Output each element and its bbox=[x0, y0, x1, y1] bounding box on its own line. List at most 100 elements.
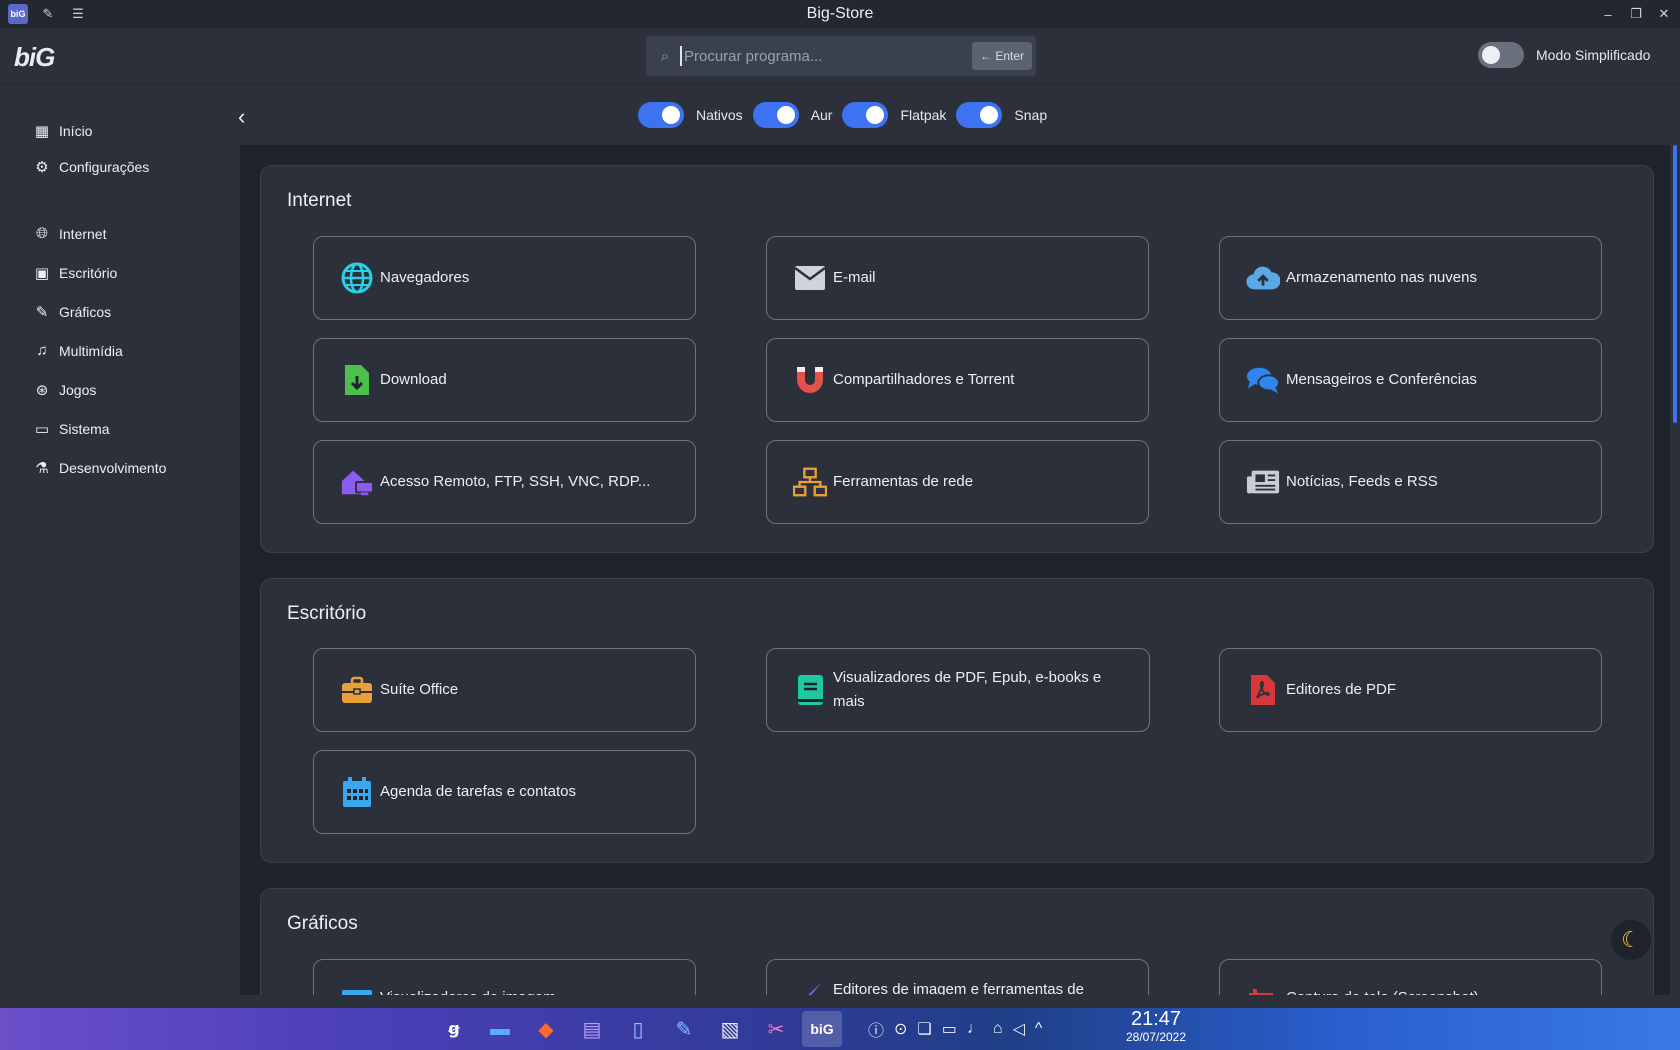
simplified-mode-toggle[interactable] bbox=[1478, 42, 1524, 68]
card-label: Editores de PDF bbox=[1286, 681, 1397, 698]
filter-nativos-toggle[interactable] bbox=[638, 102, 684, 128]
simplified-mode-label: Modo Simplificado bbox=[1536, 47, 1651, 63]
card-ferramentas-rede[interactable]: Ferramentas de rede bbox=[766, 440, 1149, 524]
sidebar-item-inicio[interactable]: ▦ Início bbox=[33, 122, 93, 140]
card-label: Acesso Remoto, FTP, SSH, VNC, RDP... bbox=[380, 473, 651, 490]
app-icon[interactable]: biG bbox=[8, 4, 28, 24]
clock-date: 28/07/2022 bbox=[1125, 1030, 1187, 1044]
chevron-left-icon[interactable]: ‹ bbox=[238, 104, 245, 130]
close-button[interactable]: ✕ bbox=[1654, 4, 1674, 24]
sidebar-item-desenvolvimento[interactable]: ⚗ Desenvolvimento bbox=[33, 459, 166, 477]
card-label: Captura de tela (Screenshot) bbox=[1286, 986, 1479, 995]
card-torrent[interactable]: Compartilhadores e Torrent bbox=[766, 338, 1149, 422]
filter-flatpak: Flatpak bbox=[842, 102, 946, 128]
brush-icon bbox=[793, 978, 827, 995]
steam-icon[interactable]: ⊙ bbox=[894, 1019, 907, 1039]
filter-label: Flatpak bbox=[900, 107, 947, 123]
file-download-icon bbox=[340, 363, 374, 397]
minimize-button[interactable]: – bbox=[1598, 4, 1618, 24]
card-suite-office[interactable]: Suíte Office bbox=[313, 648, 696, 732]
sidebar-item-label: Internet bbox=[59, 225, 107, 242]
card-label: Suíte Office bbox=[380, 681, 459, 698]
section-title: Internet bbox=[287, 190, 352, 211]
chat-icon bbox=[1246, 363, 1280, 397]
file-manager-icon[interactable]: ▧ bbox=[710, 1011, 750, 1047]
sidebar-item-jogos[interactable]: ⊛ Jogos bbox=[33, 381, 97, 399]
cloud-upload-icon bbox=[1246, 261, 1280, 295]
screenshot-tool-icon[interactable]: ✂ bbox=[756, 1011, 796, 1047]
moon-icon[interactable]: ☾ bbox=[1611, 920, 1651, 960]
clipboard-icon[interactable]: ❏ bbox=[917, 1019, 931, 1039]
sidebar-item-label: Início bbox=[59, 123, 93, 139]
sidebar-item-label: Configurações bbox=[59, 159, 150, 175]
card-visualizadores-imagem[interactable]: Visualizadores de imagem bbox=[313, 959, 696, 995]
grid-icon: ▦ bbox=[34, 123, 50, 140]
filter-flatpak-toggle[interactable] bbox=[842, 102, 889, 128]
pin-icon[interactable]: ✎ bbox=[38, 4, 58, 24]
menu-icon[interactable]: ☰ bbox=[68, 4, 88, 24]
card-label: Editores de imagem e ferramentas de bbox=[833, 981, 1084, 995]
briefcase-icon bbox=[340, 673, 374, 707]
search-input[interactable] bbox=[680, 46, 972, 66]
sidebar-item-configuracoes[interactable]: ⚙ Configurações bbox=[33, 158, 149, 176]
card-navegadores[interactable]: Navegadores bbox=[313, 236, 696, 320]
filter-snap-toggle[interactable] bbox=[956, 102, 1003, 128]
chevron-up-icon[interactable]: ^ bbox=[1035, 1020, 1043, 1038]
card-email[interactable]: E-mail bbox=[766, 236, 1149, 320]
sidebar-item-graficos[interactable]: ✎ Gráficos bbox=[33, 303, 111, 321]
display-icon[interactable]: ▭ bbox=[942, 1019, 957, 1039]
clock[interactable]: 21:47 28/07/2022 bbox=[1116, 1008, 1196, 1044]
folder-icon[interactable]: ▬ bbox=[480, 1011, 520, 1047]
filter-snap: Snap bbox=[956, 102, 1047, 128]
filter-label: Snap bbox=[1014, 107, 1048, 123]
header: biG ⌕ ← Enter Modo Simplificado bbox=[0, 28, 1680, 85]
card-acesso-remoto[interactable]: Acesso Remoto, FTP, SSH, VNC, RDP... bbox=[313, 440, 696, 524]
filter-nativos: Nativos bbox=[638, 102, 743, 128]
card-label: Navegadores bbox=[380, 269, 470, 286]
big-logo[interactable]: biG bbox=[14, 42, 55, 73]
sidebar-item-label: Multimídia bbox=[59, 342, 123, 359]
music-icon: ♫ bbox=[36, 342, 48, 359]
title-bar: biG ✎ ☰ Big-Store – ❐ ✕ bbox=[0, 0, 1680, 28]
card-editores-pdf[interactable]: Editores de PDF bbox=[1219, 648, 1602, 732]
volume-icon[interactable]: ◁ bbox=[1013, 1019, 1025, 1039]
card-label: Download bbox=[380, 371, 447, 388]
sidebar-item-sistema[interactable]: ▭ Sistema bbox=[33, 420, 110, 438]
window-title: Big-Store bbox=[806, 5, 874, 22]
scrollbar[interactable] bbox=[1673, 145, 1677, 423]
big-store-icon[interactable]: biG bbox=[802, 1011, 842, 1047]
sidebar-item-internet[interactable]: 🌐︎ Internet bbox=[33, 225, 107, 242]
magnet-icon bbox=[793, 363, 827, 397]
card-visualizadores-pdf[interactable]: Visualizadores de PDF, Epub, e-books e m… bbox=[766, 648, 1150, 732]
card-mensageiros[interactable]: Mensageiros e Conferências bbox=[1219, 338, 1602, 422]
simplified-mode: Modo Simplificado bbox=[1478, 42, 1650, 68]
microphone-icon[interactable]: ♩ bbox=[967, 1020, 983, 1038]
card-editores-imagem[interactable]: Editores de imagem e ferramentas de bbox=[766, 959, 1149, 995]
text-editor-icon[interactable]: ✎ bbox=[664, 1011, 704, 1047]
sidebar-item-label: Jogos bbox=[59, 382, 97, 398]
sidebar: ▦ Início ⚙ Configurações 🌐︎ Internet ▣ E… bbox=[0, 86, 240, 1006]
card-download[interactable]: Download bbox=[313, 338, 696, 422]
category-panel[interactable]: Internet Navegadores E-mail Armazenament… bbox=[240, 145, 1670, 995]
card-label: E-mail bbox=[833, 269, 876, 286]
info-icon[interactable]: ⓘ bbox=[868, 1017, 884, 1041]
book-icon bbox=[793, 673, 827, 707]
card-label: Agenda de tarefas e contatos bbox=[380, 783, 576, 800]
card-agenda[interactable]: Agenda de tarefas e contatos bbox=[313, 750, 696, 834]
card-noticias[interactable]: Notícias, Feeds e RSS bbox=[1219, 440, 1602, 524]
sidebar-item-escritorio[interactable]: ▣ Escritório bbox=[33, 264, 117, 282]
big-launcher-icon[interactable]: ꞡ bbox=[434, 1011, 474, 1047]
enter-button[interactable]: ← Enter bbox=[971, 42, 1032, 70]
card-armazenamento[interactable]: Armazenamento nas nuvens bbox=[1219, 236, 1602, 320]
network-icon[interactable]: ⌂ bbox=[993, 1020, 1003, 1038]
browser-icon[interactable]: ◆ bbox=[526, 1011, 566, 1047]
gamepad-icon: ⊛ bbox=[35, 382, 49, 399]
image-icon bbox=[340, 986, 374, 995]
filter-aur-toggle[interactable] bbox=[752, 102, 799, 128]
document-icon[interactable]: ▯ bbox=[618, 1011, 658, 1047]
card-screenshot[interactable]: Captura de tela (Screenshot) bbox=[1219, 959, 1602, 995]
sidebar-item-multimidia[interactable]: ♫ Multimídia bbox=[33, 342, 123, 359]
maximize-button[interactable]: ❐ bbox=[1626, 4, 1646, 24]
notes-app-icon[interactable]: ▤ bbox=[572, 1011, 612, 1047]
search-icon: ⌕ bbox=[660, 47, 670, 65]
